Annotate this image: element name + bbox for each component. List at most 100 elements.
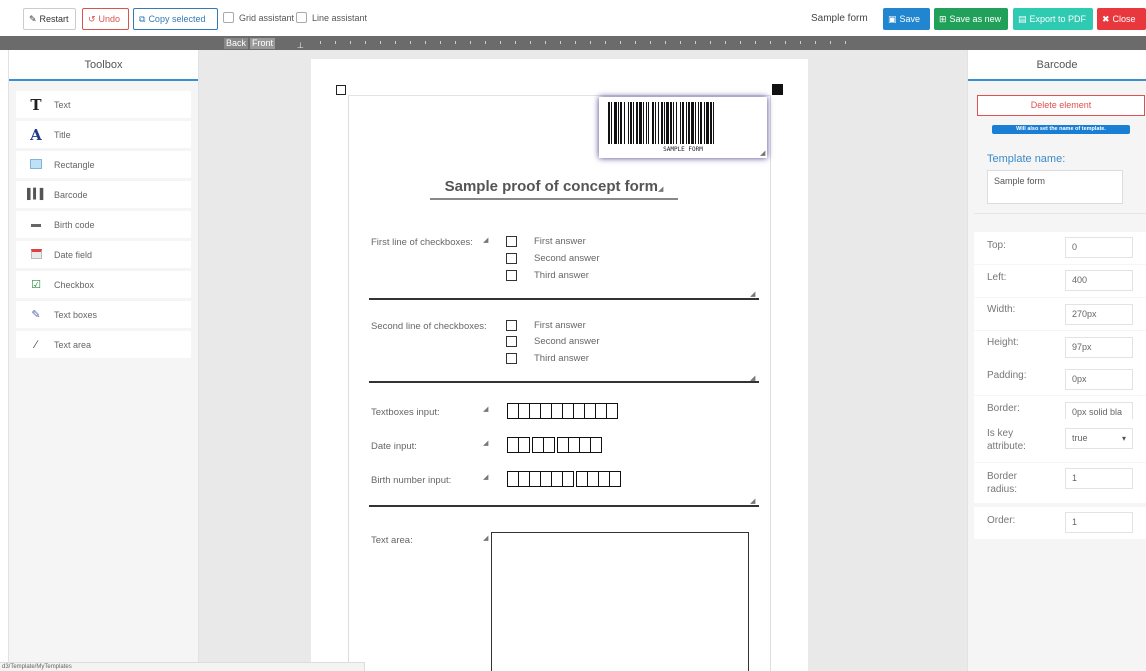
save-as-new-button[interactable]: ⊞ Save as new	[934, 8, 1008, 30]
tool-birth-code[interactable]: ▬ Birth code	[16, 211, 191, 238]
template-name-input[interactable]: Sample form	[987, 170, 1123, 204]
undo-button[interactable]: ↺ Undo	[82, 8, 129, 30]
text-icon: T	[30, 95, 42, 114]
ruler-tick	[575, 41, 576, 44]
prop-left-row: Left: 400	[974, 265, 1146, 297]
tool-date-field[interactable]: Date field	[16, 241, 191, 268]
text-boxes-icon: ✎	[31, 309, 41, 321]
prop-border-radius-label: Border radius:	[987, 471, 1018, 495]
ruler-tick	[605, 41, 606, 44]
date-grip[interactable]: ◢	[483, 439, 488, 447]
text-area-icon: ∕	[35, 338, 37, 351]
line-assistant-checkbox[interactable]	[296, 12, 307, 23]
barcode-text: SAMPLE FORM	[663, 146, 703, 153]
barcode-bar	[628, 102, 629, 144]
resize-handle-top-left[interactable]	[336, 85, 346, 95]
barcode-bar	[670, 102, 672, 144]
prop-border-label: Border:	[987, 403, 1020, 414]
restart-button[interactable]: ✎ Restart	[23, 8, 76, 30]
barcode-bar	[688, 102, 690, 144]
textboxes-grip[interactable]: ◢	[483, 405, 488, 413]
prop-key-attribute-row: Is key attribute: true	[974, 419, 1146, 462]
tool-rectangle[interactable]: Rectangle	[16, 151, 191, 178]
checkbox-1-3[interactable]	[506, 270, 517, 281]
export-pdf-button[interactable]: ▤ Export to PDF	[1013, 8, 1093, 30]
group-1-resize-grip[interactable]: ◢	[750, 290, 755, 298]
delete-element-button[interactable]: Delete element	[977, 95, 1145, 116]
birth-number-grip[interactable]: ◢	[483, 473, 488, 481]
line-assistant-toggle[interactable]: Line assistant	[296, 12, 367, 23]
checkbox-2-2[interactable]	[506, 336, 517, 347]
textboxes-input[interactable]	[507, 403, 618, 419]
prop-height-input[interactable]: 97px	[1065, 337, 1133, 358]
tool-title[interactable]: A Title	[16, 121, 191, 148]
ruler-tick	[650, 41, 651, 44]
barcode-bar	[611, 102, 612, 144]
ruler-marker-icon[interactable]: ⊥	[297, 42, 304, 50]
checkbox-2-1[interactable]	[506, 320, 517, 331]
tool-text-area[interactable]: ∕ Text area	[16, 331, 191, 358]
resize-handle-top-right[interactable]	[772, 84, 783, 95]
barcode-bar	[608, 102, 610, 144]
prop-padding-input[interactable]: 0px	[1065, 369, 1133, 390]
date-input[interactable]	[507, 437, 602, 453]
text-area-grip[interactable]: ◢	[483, 534, 488, 542]
status-bar-url: d3/Template/MyTemplates	[0, 662, 365, 671]
barcode-resize-grip[interactable]: ◢	[760, 149, 765, 157]
tool-barcode[interactable]: ▌▍▌ Barcode	[16, 181, 191, 208]
char-box[interactable]	[606, 403, 618, 419]
form-name: Sample form	[811, 13, 868, 24]
ruler-tick	[680, 41, 681, 44]
tool-text-boxes[interactable]: ✎ Text boxes	[16, 301, 191, 328]
title-resize-grip[interactable]: ◢	[658, 186, 663, 193]
checkbox-group-1-grip[interactable]: ◢	[483, 236, 488, 244]
ruler-tick	[785, 41, 786, 44]
prop-top-row: Top: 0	[974, 232, 1146, 264]
prop-border-radius-input[interactable]: 1	[1065, 468, 1133, 489]
barcode-bar	[680, 102, 681, 144]
barcode-bar	[643, 102, 644, 144]
prop-top-input[interactable]: 0	[1065, 237, 1133, 258]
barcode-bar	[648, 102, 649, 144]
ruler-tick	[410, 41, 411, 44]
rectangle-icon	[27, 158, 45, 171]
char-box[interactable]	[609, 471, 621, 487]
char-box[interactable]	[590, 437, 602, 453]
form-title[interactable]: Sample proof of concept form◢	[430, 178, 678, 200]
inputs-resize-grip[interactable]: ◢	[750, 497, 755, 505]
prop-left-input[interactable]: 400	[1065, 270, 1133, 291]
checkbox-2-1-label: First answer	[534, 320, 586, 331]
back-layer-button[interactable]: Back	[224, 38, 249, 49]
separator-1	[369, 298, 759, 300]
template-name-note: Will also set the name of template.	[992, 125, 1130, 134]
barcode-bar	[618, 102, 619, 144]
barcode-bar	[661, 102, 663, 144]
checkbox-2-3[interactable]	[506, 353, 517, 364]
prop-width-input[interactable]: 270px	[1065, 304, 1133, 325]
ruler-tick	[845, 41, 846, 44]
birth-number-input[interactable]	[507, 471, 621, 487]
copy-selected-button[interactable]: ⧉ Copy selected	[133, 8, 218, 30]
barcode-element[interactable]: SAMPLE FORM ◢	[599, 97, 767, 158]
grid-assistant-checkbox[interactable]	[223, 12, 234, 23]
ruler-tick	[590, 41, 591, 44]
grid-assistant-toggle[interactable]: Grid assistant	[223, 12, 294, 23]
barcode-bar	[636, 102, 638, 144]
prop-order-input[interactable]: 1	[1065, 512, 1133, 533]
separator-3	[369, 505, 759, 507]
tool-checkbox[interactable]: ☑ Checkbox	[16, 271, 191, 298]
prop-height-row: Height: 97px	[974, 331, 1146, 363]
front-layer-button[interactable]: Front	[250, 38, 276, 49]
ruler-tick	[695, 41, 696, 44]
design-canvas[interactable]: SAMPLE FORM ◢ Sample proof of concept fo…	[199, 50, 967, 671]
ruler-tick	[455, 41, 456, 44]
text-area-field[interactable]	[491, 532, 749, 671]
checkbox-1-1[interactable]	[506, 236, 517, 247]
checkbox-1-2[interactable]	[506, 253, 517, 264]
close-button[interactable]: ✖ Close	[1097, 8, 1146, 30]
ruler-tick	[815, 41, 816, 44]
prop-key-attribute-select[interactable]: true	[1065, 428, 1133, 449]
save-button[interactable]: ▣ Save	[883, 8, 930, 30]
ruler-tick	[350, 41, 351, 44]
tool-text[interactable]: T Text	[16, 91, 191, 118]
